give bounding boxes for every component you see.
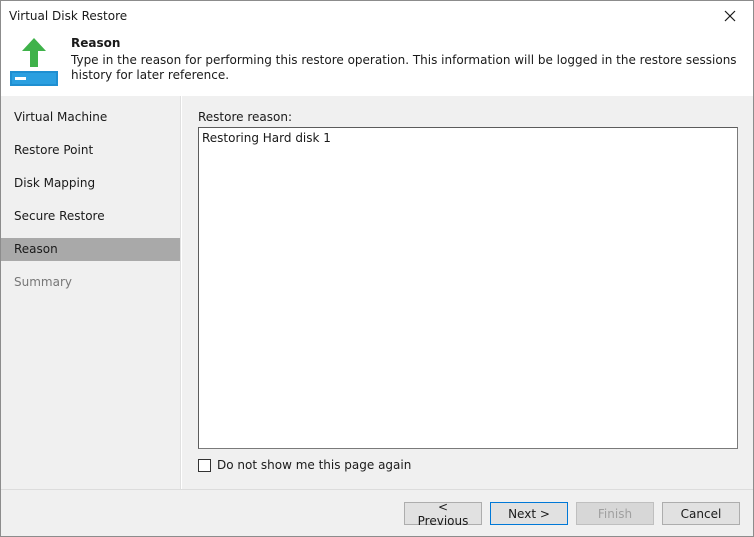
dialog-window: Virtual Disk Restore Reason Type in the …	[0, 0, 754, 537]
step-content: Restore reason: Restoring Hard disk 1 Do…	[182, 96, 753, 489]
window-title: Virtual Disk Restore	[9, 9, 128, 23]
do-not-show-label[interactable]: Do not show me this page again	[217, 458, 411, 472]
step-virtual-machine[interactable]: Virtual Machine	[1, 106, 180, 129]
wizard-steps: Virtual Machine Restore Point Disk Mappi…	[1, 96, 181, 489]
step-reason[interactable]: Reason	[1, 238, 180, 261]
close-icon	[724, 10, 736, 22]
restore-disk-icon	[10, 38, 58, 86]
step-disk-mapping[interactable]: Disk Mapping	[1, 172, 180, 195]
do-not-show-checkbox-row[interactable]: Do not show me this page again	[198, 458, 411, 472]
title-bar: Virtual Disk Restore	[1, 1, 753, 31]
finish-button: Finish	[576, 502, 654, 525]
step-restore-point[interactable]: Restore Point	[1, 139, 180, 162]
step-description: Type in the reason for performing this r…	[71, 53, 737, 82]
next-button[interactable]: Next >	[490, 502, 568, 525]
step-title: Reason	[71, 36, 121, 50]
restore-reason-label: Restore reason:	[198, 110, 292, 124]
step-secure-restore[interactable]: Secure Restore	[1, 205, 180, 228]
step-summary: Summary	[14, 275, 72, 289]
cancel-button[interactable]: Cancel	[662, 502, 740, 525]
wizard-footer: < Previous Next > Finish Cancel	[1, 489, 753, 536]
previous-button[interactable]: < Previous	[404, 500, 482, 528]
wizard-header: Reason Type in the reason for performing…	[1, 31, 753, 95]
restore-reason-input[interactable]: Restoring Hard disk 1	[198, 127, 738, 449]
do-not-show-checkbox[interactable]	[198, 458, 211, 472]
close-button[interactable]	[707, 1, 753, 31]
